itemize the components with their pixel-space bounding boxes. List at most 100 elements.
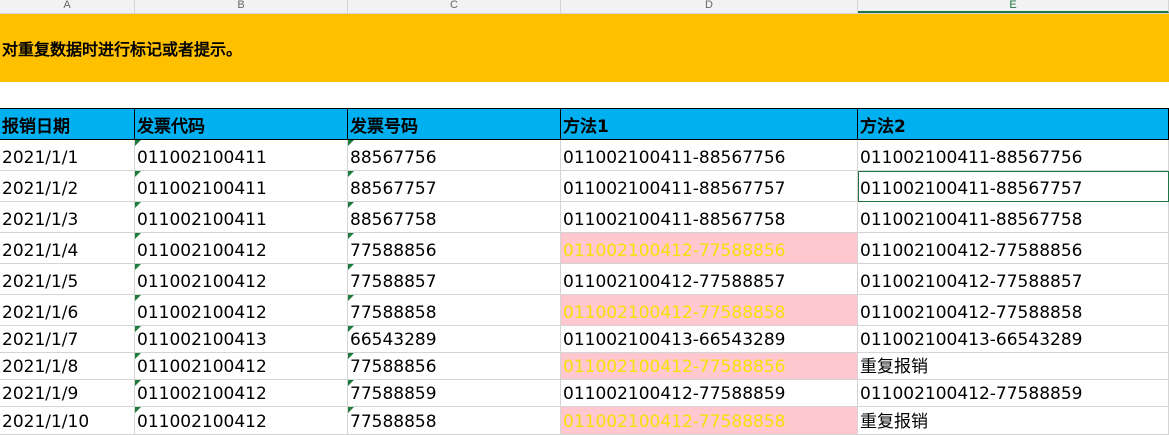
cell-date[interactable]: 2021/1/10 — [0, 407, 135, 435]
cell-date[interactable]: 2021/1/9 — [0, 380, 135, 407]
table-header-row: 报销日期 发票代码 发票号码 方法1 方法2 — [0, 108, 1169, 140]
cell-method1[interactable]: 011002100411-88567758 — [561, 202, 858, 233]
table-row: 2021/1/1 011002100411 88567756 011002100411… — [0, 140, 1169, 171]
cell-value: 011002100412 — [137, 272, 267, 292]
cell-number[interactable]: 77588856 — [348, 233, 561, 264]
cell-method1[interactable]: 011002100412-77588856 — [561, 353, 858, 380]
cell-method2[interactable]: 011002100411-88567757 — [858, 171, 1169, 202]
table-row: 2021/1/9 011002100412 77588859 011002100412… — [0, 380, 1169, 407]
text-number-indicator-icon — [348, 140, 354, 146]
cell-value: 2021/1/6 — [2, 303, 79, 323]
cell-number[interactable]: 77588859 — [348, 380, 561, 407]
text-number-indicator-icon — [348, 380, 354, 386]
cell-date[interactable]: 2021/1/6 — [0, 295, 135, 326]
cell-value: 2021/1/8 — [2, 357, 79, 377]
cell-value: 011002100412 — [137, 384, 267, 404]
cell-date[interactable]: 2021/1/2 — [0, 171, 135, 202]
cell-value: 011002100412-77588859 — [563, 384, 786, 404]
cell-value: 011002100412-77588858 — [860, 303, 1083, 323]
text-number-indicator-icon — [348, 353, 354, 359]
header-cell-number[interactable]: 发票号码 — [348, 108, 561, 140]
table-row: 2021/1/2 011002100411 88567757 011002100411… — [0, 171, 1169, 202]
cell-number[interactable]: 88567757 — [348, 171, 561, 202]
cell-value: 77588858 — [350, 412, 437, 432]
cell-date[interactable]: 2021/1/7 — [0, 326, 135, 353]
cell-value: 2021/1/3 — [2, 210, 79, 230]
cell-code[interactable]: 011002100412 — [135, 380, 348, 407]
cell-value: 88567757 — [350, 179, 437, 199]
cell-value: 011002100411-88567757 — [563, 179, 786, 199]
cell-number[interactable]: 77588856 — [348, 353, 561, 380]
cell-method2[interactable]: 011002100412-77588858 — [858, 295, 1169, 326]
text-number-indicator-icon — [348, 171, 354, 177]
cell-value: 88567758 — [350, 210, 437, 230]
table-row: 2021/1/6 011002100412 77588858 011002100412… — [0, 295, 1169, 326]
cell-date[interactable]: 2021/1/1 — [0, 140, 135, 171]
cell-date[interactable]: 2021/1/4 — [0, 233, 135, 264]
cell-method1[interactable]: 011002100412-77588859 — [561, 380, 858, 407]
cell-code[interactable]: 011002100412 — [135, 233, 348, 264]
text-number-indicator-icon — [135, 264, 141, 270]
header-cell-method1[interactable]: 方法1 — [561, 108, 858, 140]
cell-method2[interactable]: 011002100412-77588859 — [858, 380, 1169, 407]
cell-method2[interactable]: 重复报销 — [858, 407, 1169, 435]
cell-value: 2021/1/1 — [2, 148, 79, 168]
text-number-indicator-icon — [135, 353, 141, 359]
cell-value: 011002100413-66543289 — [860, 330, 1083, 350]
header-cell-code[interactable]: 发票代码 — [135, 108, 348, 140]
cell-number[interactable]: 77588858 — [348, 407, 561, 435]
cell-value: 011002100411 — [137, 179, 267, 199]
cell-code[interactable]: 011002100412 — [135, 295, 348, 326]
cell-code[interactable]: 011002100412 — [135, 407, 348, 435]
cell-method1[interactable]: 011002100412-77588858 — [561, 407, 858, 435]
cell-method2[interactable]: 011002100411-88567758 — [858, 202, 1169, 233]
cell-value: 2021/1/5 — [2, 272, 79, 292]
cell-method1[interactable]: 011002100411-88567756 — [561, 140, 858, 171]
cell-value: 2021/1/9 — [2, 384, 79, 404]
text-number-indicator-icon — [348, 202, 354, 208]
text-number-indicator-icon — [348, 295, 354, 301]
cell-value: 011002100412-77588858 — [563, 412, 786, 432]
cell-value: 011002100411 — [137, 210, 267, 230]
cell-method1[interactable]: 011002100411-88567757 — [561, 171, 858, 202]
table-row: 2021/1/8 011002100412 77588856 011002100412… — [0, 353, 1169, 380]
cell-value: 2021/1/4 — [2, 241, 79, 261]
cell-date[interactable]: 2021/1/5 — [0, 264, 135, 295]
cell-value: 011002100412-77588859 — [860, 384, 1083, 404]
cell-number[interactable]: 77588858 — [348, 295, 561, 326]
text-number-indicator-icon — [135, 380, 141, 386]
cell-method2[interactable]: 011002100411-88567756 — [858, 140, 1169, 171]
cell-code[interactable]: 011002100411 — [135, 171, 348, 202]
cell-method1[interactable]: 011002100412-77588856 — [561, 233, 858, 264]
cell-method2[interactable]: 011002100412-77588856 — [858, 233, 1169, 264]
cell-number[interactable]: 66543289 — [348, 326, 561, 353]
text-number-indicator-icon — [135, 233, 141, 239]
table-row: 2021/1/5 011002100412 77588857 011002100412… — [0, 264, 1169, 295]
cell-code[interactable]: 011002100411 — [135, 140, 348, 171]
text-number-indicator-icon — [135, 295, 141, 301]
cell-code[interactable]: 011002100412 — [135, 353, 348, 380]
cell-code[interactable]: 011002100411 — [135, 202, 348, 233]
cell-code[interactable]: 011002100413 — [135, 326, 348, 353]
cell-method1[interactable]: 011002100412-77588857 — [561, 264, 858, 295]
cell-date[interactable]: 2021/1/3 — [0, 202, 135, 233]
cell-value: 011002100411-88567756 — [860, 148, 1083, 168]
cell-method1[interactable]: 011002100413-66543289 — [561, 326, 858, 353]
cell-method2[interactable]: 重复报销 — [858, 353, 1169, 380]
cell-number[interactable]: 88567756 — [348, 140, 561, 171]
cell-value: 77588857 — [350, 272, 437, 292]
text-number-indicator-icon — [135, 326, 141, 332]
cell-method2[interactable]: 011002100413-66543289 — [858, 326, 1169, 353]
cell-value: 2021/1/2 — [2, 179, 79, 199]
cell-value: 77588856 — [350, 357, 437, 377]
cell-number[interactable]: 77588857 — [348, 264, 561, 295]
header-cell-method2[interactable]: 方法2 — [858, 108, 1169, 140]
cell-number[interactable]: 88567758 — [348, 202, 561, 233]
header-cell-date[interactable]: 报销日期 — [0, 108, 135, 140]
table-row: 2021/1/3 011002100411 88567758 011002100411… — [0, 202, 1169, 233]
cell-code[interactable]: 011002100412 — [135, 264, 348, 295]
cell-value: 011002100413 — [137, 330, 267, 350]
cell-method2[interactable]: 011002100412-77588857 — [858, 264, 1169, 295]
cell-date[interactable]: 2021/1/8 — [0, 353, 135, 380]
cell-method1[interactable]: 011002100412-77588858 — [561, 295, 858, 326]
